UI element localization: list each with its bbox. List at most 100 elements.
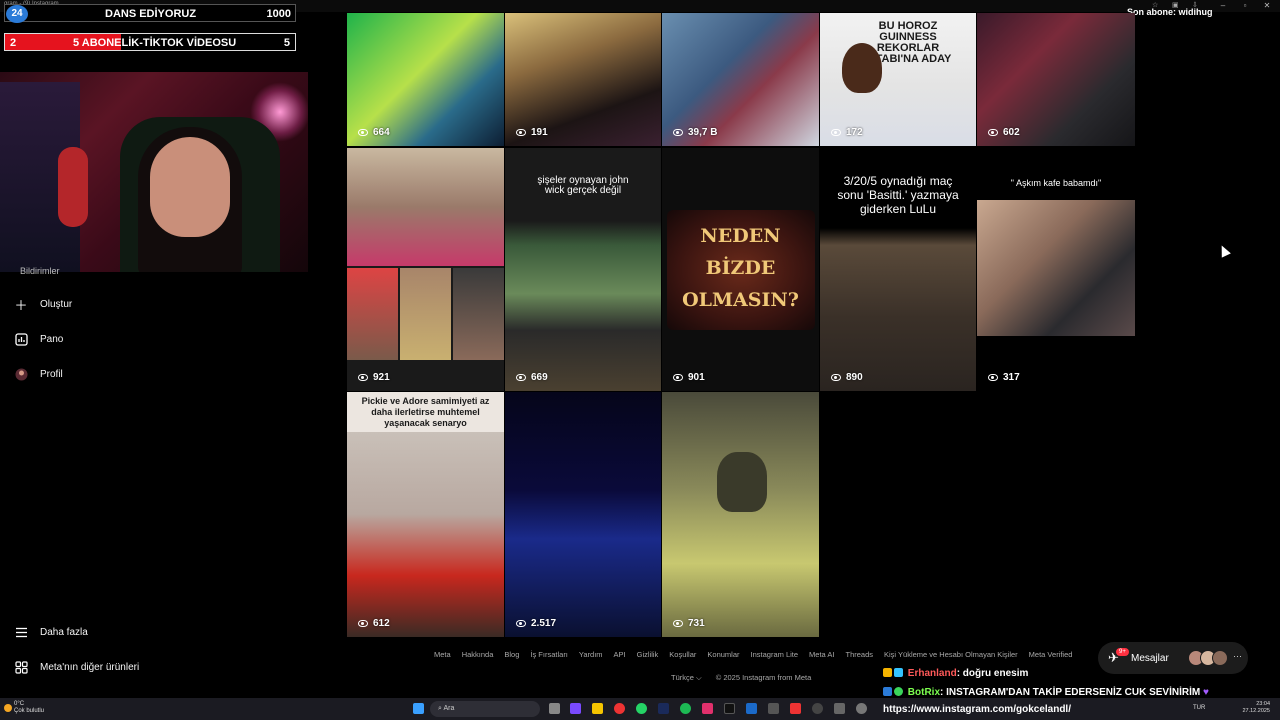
post-tile[interactable]: 602 [977, 13, 1135, 146]
post-tile[interactable]: 921 [347, 148, 504, 391]
maximize-button[interactable]: ▫ [1234, 0, 1256, 12]
instagram-icon[interactable] [702, 703, 713, 714]
app-icon[interactable] [768, 703, 779, 714]
view-count: 921 [358, 372, 390, 383]
view-count: 901 [673, 372, 705, 383]
view-count: 890 [831, 372, 863, 383]
sidebar-item-label: Daha fazla [40, 626, 88, 638]
footer-link[interactable]: Threads [845, 650, 873, 659]
plus-icon: ＋ [14, 297, 28, 313]
eye-icon [988, 129, 998, 136]
post-tile[interactable]: 2.517 [505, 392, 661, 637]
post-tile[interactable]: NEDEN BİZDE OLMASIN? 901 [662, 148, 819, 391]
system-clock[interactable]: 23:04 27.12.2025 [1242, 701, 1270, 715]
post-caption: Pickie ve Adore samimiyeti az daha ilerl… [361, 396, 490, 428]
taskbar-search[interactable]: ⌕ Ara [430, 701, 540, 717]
post-caption: şişeler oynayan john wick gerçek değil [537, 175, 629, 196]
footer-link[interactable]: Meta AI [809, 650, 834, 659]
steam-icon[interactable] [746, 703, 757, 714]
minimize-button[interactable]: – [1212, 0, 1234, 12]
eye-icon [358, 129, 368, 136]
sidebar-item-dashboard[interactable]: Pano [14, 328, 63, 350]
tiktok-icon[interactable] [724, 703, 735, 714]
menu-icon [14, 625, 28, 639]
task-view-icon[interactable] [549, 703, 560, 714]
photoshop-icon[interactable] [658, 703, 669, 714]
weather-widget[interactable]: 0°C Çok bulutlu [14, 701, 44, 715]
eye-icon [831, 129, 841, 136]
discord-icon[interactable] [570, 703, 581, 714]
goal-current: 2 [10, 37, 17, 49]
view-count: 2.517 [516, 618, 556, 629]
footer-link[interactable]: Hakkında [462, 650, 494, 659]
eye-icon [831, 374, 841, 381]
chat-message: https://www.instagram.com/gokcelandl/ [883, 704, 1071, 715]
post-tile[interactable]: 39,7 B [662, 13, 819, 146]
webcam-streamer-face [150, 137, 230, 237]
sidebar-item-notifications-partial[interactable]: Bildirimler [20, 266, 60, 276]
file-explorer-icon[interactable] [592, 703, 603, 714]
eye-icon [516, 620, 526, 627]
whatsapp-icon[interactable] [636, 703, 647, 714]
post-image-figure [717, 452, 767, 512]
input-language[interactable]: TUR [1193, 705, 1205, 711]
meta-products-icon [14, 660, 28, 674]
rooster-image [842, 43, 882, 93]
footer-link[interactable]: Gizlilik [637, 650, 659, 659]
chat-text: : INSTAGRAM'DAN TAKİP EDERSENİZ CUK SEVİ… [940, 687, 1201, 698]
footer-link[interactable]: Koşullar [669, 650, 696, 659]
badge-icon [883, 668, 892, 677]
footer-link[interactable]: API [614, 650, 626, 659]
app-icon[interactable] [834, 703, 845, 714]
post-tile[interactable]: 191 [505, 13, 661, 146]
post-tile[interactable]: 731 [662, 392, 819, 637]
footer-links: Meta Hakkında Blog İş Fırsatları Yardım API Gi… [434, 650, 1072, 659]
chat-username: BotRix [907, 687, 941, 698]
post-tile[interactable]: 664 [347, 13, 504, 146]
footer-link[interactable]: Konumlar [707, 650, 739, 659]
post-tile[interactable]: Pickie ve Adore samimiyeti az daha ilerl… [347, 392, 504, 637]
more-icon: ⋯ [1233, 651, 1242, 661]
obs-icon[interactable] [812, 703, 823, 714]
post-tile[interactable]: BU HOROZ GUINNESS REKORLAR KİTABI'NA ADA… [820, 13, 976, 146]
bot-badge-icon [883, 687, 892, 696]
spotify-icon[interactable] [680, 703, 691, 714]
footer-link[interactable]: Instagram Lite [751, 650, 799, 659]
view-count: 669 [516, 372, 548, 383]
sidebar-item-create[interactable]: ＋ Oluştur [14, 293, 72, 315]
footer-link[interactable]: İş Fırsatları [530, 650, 568, 659]
footer-link[interactable]: Yardım [579, 650, 603, 659]
weather-desc: Çok bulutlu [14, 708, 45, 714]
subscription-goal-bar: 2 5 ABONELİK-TİKTOK VİDEOSU 5 [4, 33, 296, 51]
eye-icon [673, 129, 683, 136]
chat-text: : doğru enesim [956, 668, 1029, 679]
purple-heart-icon: ♥ [1202, 687, 1209, 698]
windows-start-icon[interactable] [413, 703, 424, 714]
youtube-icon[interactable] [790, 703, 801, 714]
view-count: 612 [358, 618, 390, 629]
footer-link[interactable]: Blog [504, 650, 519, 659]
footer-link[interactable]: Meta Verified [1029, 650, 1073, 659]
settings-icon[interactable] [856, 703, 867, 714]
goal-value: 5 [283, 37, 290, 49]
close-button[interactable]: ✕ [1256, 0, 1278, 12]
sidebar-item-meta-products[interactable]: Meta'nın diğer ürünleri [14, 656, 139, 678]
footer-link[interactable]: Meta [434, 650, 451, 659]
view-count: 172 [831, 127, 863, 138]
mouse-cursor-icon [1217, 243, 1231, 258]
post-tile[interactable]: şişeler oynayan john wick gerçek değil 6… [505, 148, 661, 391]
footer-bottom: Türkçe ⌵ © 2025 Instagram from Meta [671, 673, 811, 683]
chrome-icon[interactable] [614, 703, 625, 714]
profile-avatar-icon [14, 367, 28, 381]
language-selector[interactable]: Türkçe ⌵ [671, 673, 702, 683]
post-tile[interactable]: " Aşkım kafe babamdı" 317 [977, 148, 1135, 391]
verified-icon [894, 687, 903, 696]
footer-link[interactable]: Kişi Yükleme ve Hesabı Olmayan Kişiler [884, 650, 1018, 659]
post-tile[interactable]: 3/20/5 oynadığı maç sonu 'Basitti.' yazm… [820, 148, 976, 391]
dance-goal-bar: 24 DANS EDİYORUZ 1000 [4, 4, 296, 23]
post-image-panel [453, 268, 504, 360]
sidebar-item-more[interactable]: Daha fazla [14, 621, 88, 643]
sidebar-item-profile[interactable]: Profil [14, 363, 63, 385]
messages-badge: 9+ [1116, 648, 1129, 656]
messages-button[interactable]: ✈ 9+ Mesajlar ⋯ [1098, 642, 1248, 674]
